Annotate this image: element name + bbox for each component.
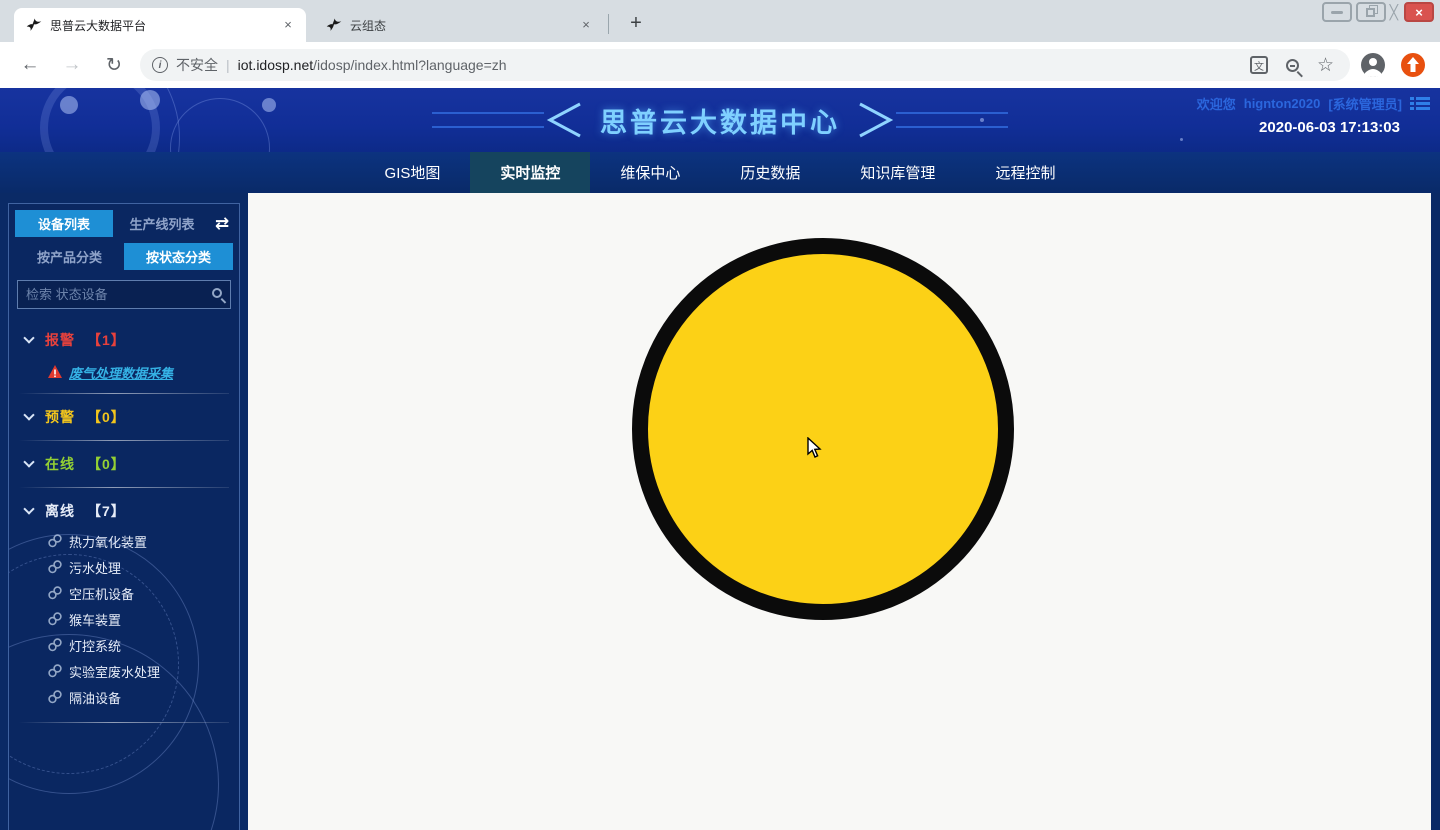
tab-close-icon[interactable]: × [578, 17, 594, 33]
site-favicon-icon [26, 17, 42, 33]
menu-list-icon[interactable] [1410, 96, 1430, 112]
device-link[interactable]: 废气处理数据采集 [69, 363, 173, 382]
chevron-down-icon[interactable] [23, 332, 34, 343]
device-item-alarm[interactable]: 废气处理数据采集 [9, 357, 239, 387]
username: hignton2020 [1244, 96, 1321, 111]
omnibox-icons: 文 ☆ [1250, 54, 1334, 77]
group-label: 在线 [45, 454, 75, 474]
tab-strip: 思普云大数据平台 × 云组态 × + ╳ × [0, 0, 1440, 42]
site-title: 思普云大数据中心 [600, 101, 840, 140]
address-bar: ← → ↻ i 不安全 | iot.idosp.net /idosp/index… [0, 42, 1440, 88]
window-controls: ╳ × [1322, 2, 1434, 22]
group-count: 【7】 [87, 501, 126, 521]
restore-button[interactable] [1356, 2, 1386, 22]
group-count: 【0】 [87, 407, 126, 427]
device-search-box [17, 280, 231, 309]
tab-by-status[interactable]: 按状态分类 [124, 243, 233, 270]
swap-icon[interactable]: ⇄ [211, 214, 233, 234]
mouse-cursor [806, 437, 826, 459]
user-role: [系统管理员] [1328, 94, 1402, 113]
tab-by-product[interactable]: 按产品分类 [15, 243, 124, 270]
datetime: 2020-06-03 17:13:03 [1197, 119, 1400, 136]
back-icon[interactable]: ← [18, 54, 42, 76]
device-search-input[interactable] [18, 281, 230, 308]
search-icon[interactable] [212, 288, 222, 298]
new-tab-button[interactable]: + [622, 10, 650, 38]
chevron-down-icon[interactable] [23, 456, 34, 467]
site-page: 思普云大数据中心 欢迎您 hignton2020 [系统管理员] [0, 88, 1440, 830]
group-count: 【1】 [87, 330, 126, 350]
browser-tab-inactive[interactable]: 云组态 × [314, 8, 604, 42]
chevron-down-icon[interactable] [23, 409, 34, 420]
close-icon: × [1415, 5, 1423, 20]
warning-triangle-icon [47, 364, 63, 380]
minimize-icon [1331, 11, 1343, 14]
group-label: 报警 [45, 330, 75, 350]
translate-icon[interactable]: 文 [1250, 56, 1268, 74]
site-header: 思普云大数据中心 欢迎您 hignton2020 [系统管理员] [0, 88, 1440, 152]
group-warning: 预警 【0】 [9, 400, 239, 447]
zoom-out-icon[interactable] [1286, 59, 1299, 72]
nav-item-maintenance[interactable]: 维保中心 [590, 152, 710, 193]
group-alarm-header[interactable]: 报警 【1】 [9, 323, 239, 357]
group-alarm: 报警 【1】 废气处理数据采集 [9, 323, 239, 400]
tab-device-list[interactable]: 设备列表 [15, 210, 113, 237]
tab-title: 思普云大数据平台 [50, 17, 272, 34]
classify-tab-row: 按产品分类 按状态分类 [15, 243, 233, 270]
nav-item-knowledge[interactable]: 知识库管理 [830, 152, 965, 193]
group-offline-header[interactable]: 离线 【7】 [9, 494, 239, 528]
group-label: 离线 [45, 501, 75, 521]
title-decor-right [858, 98, 1008, 142]
url-input[interactable]: i 不安全 | iot.idosp.net /idosp/index.html?… [140, 49, 1350, 81]
browser-actions [1360, 52, 1426, 78]
tab-divider [608, 14, 609, 34]
close-button[interactable]: × [1404, 2, 1434, 22]
device-sidebar: 设备列表 生产线列表 ⇄ 按产品分类 按状态分类 报警 [8, 203, 240, 830]
url-path: /idosp/index.html?language=zh [313, 57, 506, 73]
restore-icon [1366, 8, 1375, 17]
reload-icon[interactable]: ↻ [102, 54, 126, 77]
welcome-prefix: 欢迎您 [1197, 94, 1236, 113]
site-favicon-icon [326, 17, 342, 33]
url-domain: iot.idosp.net [238, 57, 314, 73]
status-circle-widget[interactable] [632, 238, 1014, 620]
tab-production-line-list[interactable]: 生产线列表 [113, 210, 211, 237]
security-label: 不安全 [176, 55, 218, 75]
list-tab-row: 设备列表 生产线列表 ⇄ [15, 210, 233, 237]
browser-window: 思普云大数据平台 × 云组态 × + ╳ × ← → ↻ i 不安全 | iot… [0, 0, 1440, 830]
extension-update-icon[interactable] [1400, 52, 1426, 78]
header-user-area: 欢迎您 hignton2020 [系统管理员] 2020-06-03 17:13… [1197, 94, 1430, 136]
minimize-button[interactable] [1322, 2, 1352, 22]
tree-divider [19, 393, 229, 394]
group-warning-header[interactable]: 预警 【0】 [9, 400, 239, 434]
profile-avatar-icon[interactable] [1360, 52, 1386, 78]
group-online: 在线 【0】 [9, 447, 239, 494]
main-nav: GIS地图 实时监控 维保中心 历史数据 知识库管理 远程控制 [0, 152, 1440, 193]
url-separator: | [226, 57, 230, 73]
nav-item-gis[interactable]: GIS地图 [355, 152, 471, 193]
welcome-line: 欢迎您 hignton2020 [系统管理员] [1197, 94, 1430, 113]
browser-tab-active[interactable]: 思普云大数据平台 × [14, 8, 306, 42]
chevron-down-icon[interactable] [23, 503, 34, 514]
tab-close-icon[interactable]: × [280, 17, 296, 33]
tab-title: 云组态 [350, 17, 570, 34]
ghost-close-glyph: ╳ [1390, 4, 1398, 21]
nav-item-realtime[interactable]: 实时监控 [470, 152, 590, 193]
info-icon[interactable]: i [152, 57, 168, 73]
group-label: 预警 [45, 407, 75, 427]
nav-item-history[interactable]: 历史数据 [710, 152, 830, 193]
forward-icon[interactable]: → [60, 54, 84, 76]
bookmark-star-icon[interactable]: ☆ [1317, 54, 1334, 77]
nav-item-remote[interactable]: 远程控制 [965, 152, 1085, 193]
content-area: 设备列表 生产线列表 ⇄ 按产品分类 按状态分类 报警 [0, 193, 1440, 830]
monitor-canvas[interactable] [248, 193, 1431, 830]
group-count: 【0】 [87, 454, 126, 474]
title-decor-left [432, 98, 582, 142]
tree-divider [19, 440, 229, 441]
tree-divider [19, 487, 229, 488]
group-online-header[interactable]: 在线 【0】 [9, 447, 239, 481]
